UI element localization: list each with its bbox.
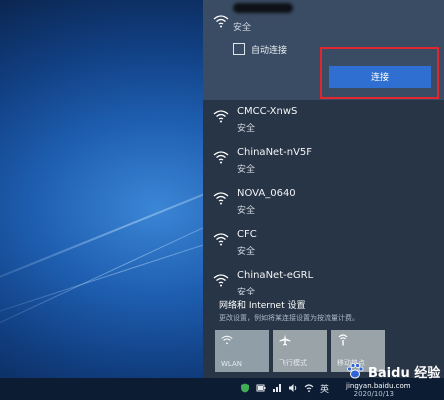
wifi-icon [213, 192, 229, 205]
network-item[interactable]: CFC 安全 [203, 224, 444, 264]
baidu-jingyan-watermark: Baidu 经验 jingyan.baidu.com [340, 362, 444, 400]
network-status: 安全 [237, 124, 256, 134]
watermark-url: jingyan.baidu.com [346, 382, 411, 390]
wlan-toggle[interactable]: WLAN [215, 330, 269, 372]
shield-icon[interactable] [240, 383, 250, 393]
network-item[interactable]: ChinaNet-nV5F 安全 [203, 142, 444, 182]
network-item[interactable]: NOVA_0640 安全 [203, 183, 444, 223]
airplane-mode-toggle[interactable]: 飞行模式 [273, 330, 327, 372]
airplane-icon [279, 334, 291, 346]
network-settings-link[interactable]: 网络和 Internet 设置 [219, 298, 305, 311]
selected-network[interactable]: 安全 自动连接 连接 [203, 0, 444, 100]
redacted-network-name [233, 3, 293, 13]
network-status: 安全 [237, 288, 256, 295]
baidu-paw-logo [347, 363, 364, 379]
hotspot-icon [338, 334, 348, 346]
airplane-mode-label: 飞行模式 [279, 359, 307, 367]
wifi-icon [213, 233, 229, 246]
volume-icon[interactable] [288, 383, 298, 393]
auto-connect-label: 自动连接 [251, 46, 288, 56]
network-status: 安全 [237, 206, 256, 216]
network-item[interactable]: ChinaNet-eGRL 安全 [203, 265, 444, 295]
wifi-icon [221, 335, 233, 345]
network-name: CMCC-XnwS [237, 106, 298, 117]
network-icon[interactable] [272, 383, 282, 393]
network-name: ChinaNet-nV5F [237, 147, 313, 158]
wlan-toggle-label: WLAN [221, 360, 243, 368]
network-name: ChinaNet-eGRL [237, 270, 314, 281]
wifi-icon [213, 15, 229, 28]
wifi-icon [213, 274, 229, 287]
wifi-icon [213, 151, 229, 164]
network-item[interactable]: CMCC-XnwS 安全 [203, 101, 444, 141]
network-status: 安全 [237, 165, 256, 175]
network-settings-description: 更改设置，例如将某连接设置为按流量计费。 [219, 314, 359, 322]
battery-icon[interactable] [256, 383, 266, 393]
network-status: 安全 [237, 247, 256, 257]
network-icon[interactable] [304, 383, 314, 393]
network-status: 安全 [233, 23, 252, 33]
auto-connect-checkbox[interactable] [233, 43, 245, 55]
annotation-highlight-box [320, 47, 439, 99]
wifi-icon [213, 110, 229, 123]
input-language-indicator[interactable]: 英 [320, 382, 329, 395]
network-name: NOVA_0640 [237, 188, 296, 199]
watermark-text: Baidu 经验 [368, 366, 441, 381]
network-name: CFC [237, 229, 257, 240]
network-flyout: 安全 自动连接 连接 CMCC-XnwS 安全 ChinaNet-nV5F 安全 [203, 0, 444, 378]
